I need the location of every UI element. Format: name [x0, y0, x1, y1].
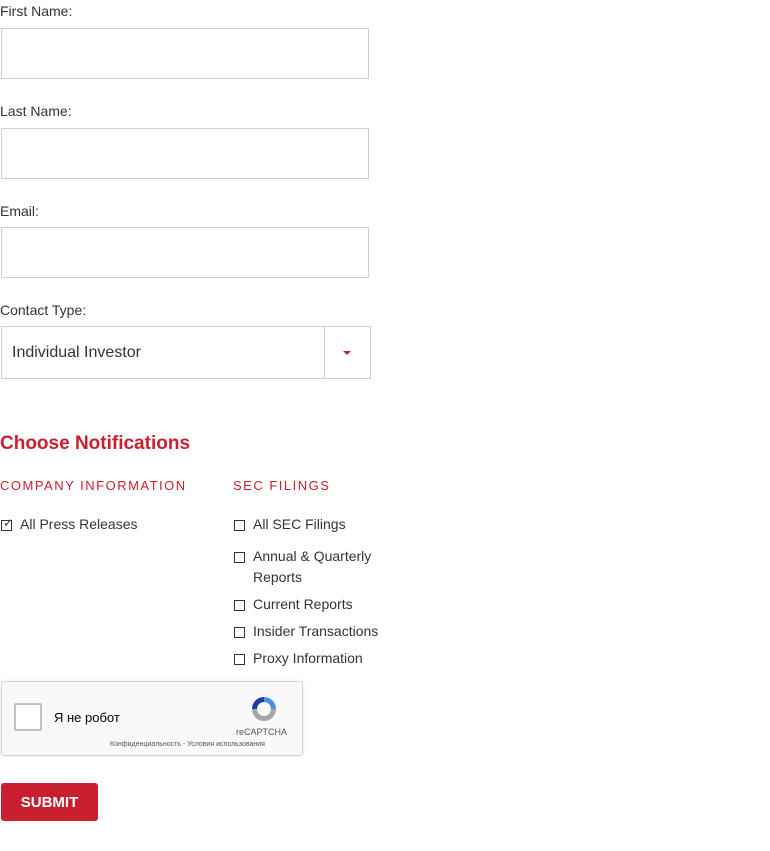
contact-type-value: Individual Investor: [12, 344, 141, 361]
checkbox-icon[interactable]: [234, 627, 245, 638]
email-label: Email:: [0, 203, 39, 219]
checkbox-all-sec-filings[interactable]: All SEC Filings: [233, 514, 413, 535]
checkbox-annual-quarterly-reports[interactable]: Annual & Quarterly Reports: [233, 546, 413, 588]
checkbox-proxy-information[interactable]: Proxy Information: [233, 648, 413, 669]
checkbox-icon[interactable]: [234, 654, 245, 665]
checkbox-label: Insider Transactions: [253, 623, 379, 639]
contact-type-label: Contact Type:: [0, 302, 87, 318]
company-info-title: COMPANY INFORMATION: [0, 478, 187, 493]
recaptcha-checkbox[interactable]: [14, 703, 42, 731]
checkbox-label: All Press Releases: [20, 516, 138, 532]
recaptcha-widget: Я не робот reCAPTCHA Конфиденциальность …: [1, 681, 303, 756]
checkbox-label: All SEC Filings: [253, 516, 346, 532]
recaptcha-brand: reCAPTCHA: [236, 727, 288, 737]
submit-button[interactable]: SUBMIT: [1, 783, 98, 821]
checkbox-all-press-releases[interactable]: ✓ All Press Releases: [0, 514, 210, 535]
checkbox-label: Proxy Information: [253, 650, 363, 666]
checkbox-icon[interactable]: [234, 552, 245, 563]
checkbox-current-reports[interactable]: Current Reports: [233, 594, 413, 615]
last-name-input[interactable]: [1, 128, 369, 179]
checkbox-icon[interactable]: [234, 600, 245, 611]
checkbox-icon[interactable]: [234, 520, 245, 531]
recaptcha-logo-icon: [252, 697, 276, 721]
notifications-heading: Choose Notifications: [0, 433, 191, 454]
caret-down-icon[interactable]: [343, 351, 351, 355]
checkbox-label: Current Reports: [253, 596, 353, 612]
first-name-label: First Name:: [0, 3, 73, 19]
last-name-label: Last Name:: [0, 103, 72, 119]
recaptcha-label: Я не робот: [54, 710, 120, 725]
first-name-input[interactable]: [1, 28, 369, 79]
sec-filings-title: SEC FILINGS: [233, 478, 331, 493]
select-divider: [324, 327, 325, 378]
email-input[interactable]: [1, 227, 369, 278]
checkbox-label: Annual & Quarterly Reports: [253, 548, 372, 585]
recaptcha-links[interactable]: Конфиденциальность - Условия использован…: [110, 741, 265, 748]
checkbox-checked-icon[interactable]: ✓: [1, 517, 13, 531]
checkbox-insider-transactions[interactable]: Insider Transactions: [233, 621, 413, 642]
contact-type-select[interactable]: Individual Investor: [1, 326, 371, 379]
